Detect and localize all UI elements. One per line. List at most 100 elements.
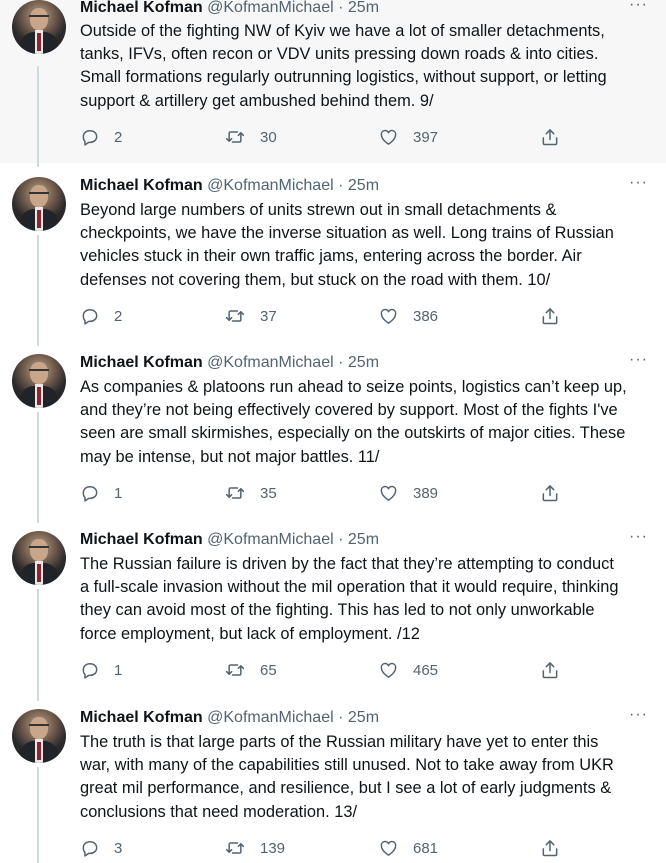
- tweet-text-line: and they’re not being effectively covere…: [80, 401, 618, 420]
- reply-button[interactable]: 1: [80, 658, 122, 682]
- share-icon: [540, 660, 560, 680]
- author-name[interactable]: Michael Kofman: [80, 709, 203, 726]
- tweet-actions: 1 35 389: [80, 481, 580, 505]
- retweet-count: 30: [260, 128, 277, 146]
- tweet[interactable]: Michael Kofman @KofmanMichael · 25m ··· As…: [0, 338, 666, 523]
- avatar[interactable]: [12, 0, 66, 54]
- more-icon[interactable]: ···: [629, 706, 648, 724]
- author-name[interactable]: Michael Kofman: [80, 177, 203, 194]
- retweet-count: 37: [260, 307, 277, 325]
- author-handle[interactable]: @KofmanMichael: [207, 177, 334, 194]
- retweet-button[interactable]: 65: [224, 658, 277, 682]
- more-icon[interactable]: ···: [629, 0, 648, 14]
- retweet-icon: [224, 127, 246, 147]
- like-button[interactable]: 465: [378, 658, 438, 682]
- retweet-icon: [224, 306, 246, 326]
- more-icon[interactable]: ···: [629, 351, 648, 369]
- thread-line: [37, 338, 39, 342]
- avatar[interactable]: [12, 709, 66, 763]
- retweet-button[interactable]: 35: [224, 481, 277, 505]
- tweet-header: Michael Kofman @KofmanMichael · 25m: [80, 709, 379, 727]
- tweet-header: Michael Kofman @KofmanMichael · 25m: [80, 354, 379, 372]
- tweet-timestamp[interactable]: 25m: [348, 0, 379, 16]
- retweet-icon: [224, 838, 246, 858]
- tweet[interactable]: Michael Kofman @KofmanMichael · 25m ··· Th…: [0, 693, 666, 863]
- author-name[interactable]: Michael Kofman: [80, 0, 203, 16]
- more-icon[interactable]: ···: [629, 528, 648, 546]
- tweet-text-line: great mil performance, and resilience, b…: [80, 779, 612, 798]
- share-button[interactable]: [540, 481, 560, 505]
- author-name[interactable]: Michael Kofman: [80, 354, 203, 371]
- avatar[interactable]: [12, 354, 66, 408]
- thread-line: [37, 161, 39, 165]
- tweet-timestamp[interactable]: 25m: [348, 354, 379, 371]
- like-icon: [378, 127, 399, 147]
- like-count: 681: [413, 839, 439, 857]
- tweet[interactable]: Michael Kofman @KofmanMichael · 25m ··· Be…: [0, 161, 666, 346]
- tweet-text-line: vehicles stuck in their own traffic jams…: [80, 247, 582, 266]
- retweet-button[interactable]: 37: [224, 304, 277, 328]
- like-button[interactable]: 397: [378, 125, 438, 149]
- tweet-text-line: conclusions that need moderation. 13/: [80, 802, 358, 821]
- tweet-text-line: Small formations regularly outrunning lo…: [80, 68, 607, 87]
- share-button[interactable]: [540, 836, 560, 860]
- like-icon: [378, 660, 399, 680]
- reply-button[interactable]: 2: [80, 125, 122, 149]
- author-handle[interactable]: @KofmanMichael: [207, 354, 334, 371]
- thread-line: [37, 693, 39, 697]
- tweet-text-line: tanks, IFVs, often recon or VDV units pr…: [80, 45, 599, 64]
- tweet[interactable]: Michael Kofman @KofmanMichael · 25m ··· Ou…: [0, 0, 666, 167]
- author-handle[interactable]: @KofmanMichael: [207, 531, 334, 548]
- retweet-button[interactable]: 139: [224, 836, 285, 860]
- tweet-header: Michael Kofman @KofmanMichael · 25m: [80, 177, 379, 195]
- reply-icon: [80, 483, 100, 503]
- avatar[interactable]: [12, 531, 66, 585]
- share-button[interactable]: [540, 658, 560, 682]
- reply-button[interactable]: 1: [80, 481, 122, 505]
- tweet-actions: 3 139 681: [80, 836, 580, 860]
- reply-button[interactable]: 3: [80, 836, 122, 860]
- reply-count: 1: [114, 661, 123, 679]
- like-count: 389: [413, 484, 439, 502]
- like-button[interactable]: 389: [378, 481, 438, 505]
- thread-line: [37, 412, 39, 523]
- tweet-text-line: checkpoints, we have the inverse situati…: [80, 224, 614, 243]
- tweet-timestamp[interactable]: 25m: [348, 709, 379, 726]
- tweet-text-line: defenses not covering them, but stuck on…: [80, 270, 551, 289]
- like-button[interactable]: 681: [378, 836, 438, 860]
- tweet-actions: 1 65 465: [80, 658, 580, 682]
- tweet-header: Michael Kofman @KofmanMichael · 25m: [80, 531, 379, 549]
- tweet-text: As companies & platoons run ahead to sei…: [80, 376, 660, 469]
- author-handle[interactable]: @KofmanMichael: [207, 709, 334, 726]
- retweet-count: 65: [260, 661, 277, 679]
- separator-dot: ·: [338, 0, 344, 16]
- retweet-button[interactable]: 30: [224, 125, 277, 149]
- more-icon[interactable]: ···: [629, 174, 648, 192]
- tweet-text-line: As companies & platoons run ahead to sei…: [80, 378, 627, 396]
- share-button[interactable]: [540, 125, 560, 149]
- tweet[interactable]: Michael Kofman @KofmanMichael · 25m ··· Th…: [0, 515, 666, 701]
- thread-line: [37, 767, 39, 863]
- like-button[interactable]: 386: [378, 304, 438, 328]
- tweet-text-line: may be intense, but not major battles. 1…: [80, 447, 380, 466]
- reply-icon: [80, 660, 100, 680]
- reply-button[interactable]: 2: [80, 304, 122, 328]
- author-handle[interactable]: @KofmanMichael: [207, 0, 334, 16]
- reply-icon: [80, 838, 100, 858]
- tweet-timestamp[interactable]: 25m: [348, 531, 379, 548]
- share-icon: [540, 306, 560, 326]
- share-icon: [540, 838, 560, 858]
- author-name[interactable]: Michael Kofman: [80, 531, 203, 548]
- reply-icon: [80, 127, 100, 147]
- tweet-timestamp[interactable]: 25m: [348, 177, 379, 194]
- share-button[interactable]: [540, 304, 560, 328]
- tweet-text-line: support & artillery get ambushed behind …: [80, 91, 434, 110]
- thread-line: [37, 235, 39, 346]
- thread-line: [37, 515, 39, 519]
- like-count: 465: [413, 661, 439, 679]
- retweet-count: 35: [260, 484, 277, 502]
- tweet-text: Beyond large numbers of units strewn out…: [80, 199, 660, 292]
- avatar[interactable]: [12, 177, 66, 231]
- reply-count: 2: [114, 307, 123, 325]
- separator-dot: ·: [338, 531, 344, 548]
